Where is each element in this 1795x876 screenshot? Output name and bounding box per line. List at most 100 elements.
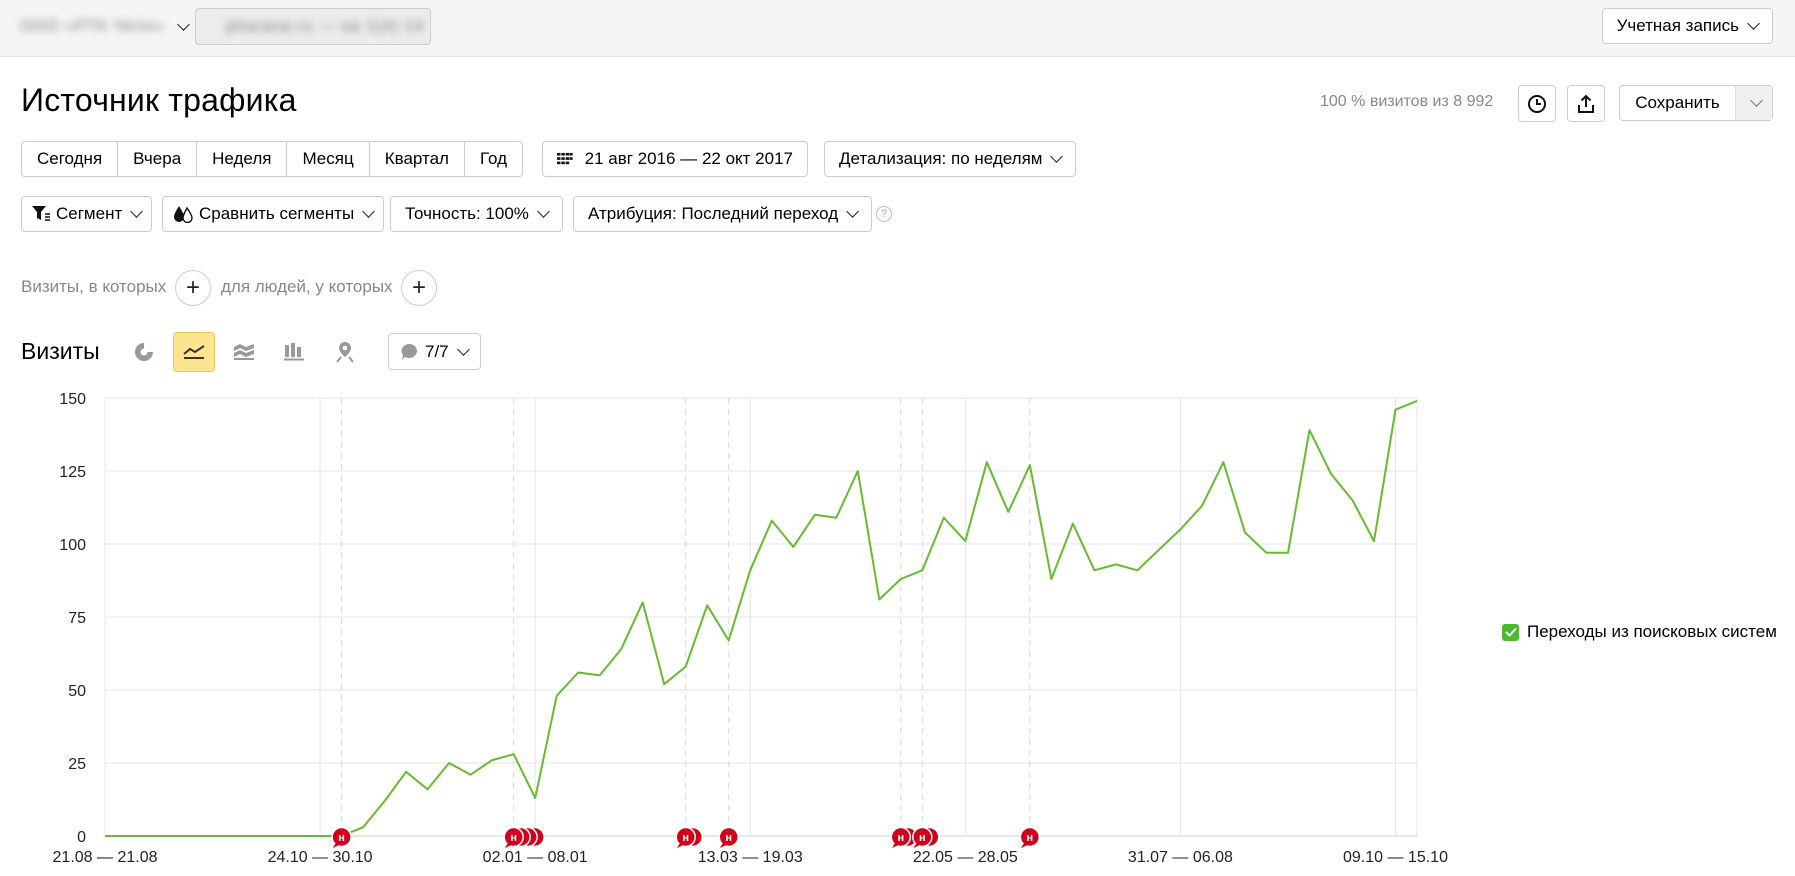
x-tick-label: 21.08 — 21.08 [53, 849, 158, 866]
period-month[interactable]: Месяц [287, 142, 370, 176]
visits-filter-label: Визиты, в которых [21, 277, 167, 296]
note-marker: н [331, 826, 352, 848]
note-marker-label: н [897, 832, 904, 844]
chart-type-line[interactable] [173, 332, 215, 372]
x-tick-label: 31.07 — 06.08 [1128, 849, 1233, 866]
y-tick-label: 50 [68, 683, 86, 700]
legend-label: Переходы из поисковых систем [1527, 622, 1777, 641]
notes-count: 7/7 [425, 341, 449, 361]
chevron-down-icon [846, 205, 860, 218]
speech-bubble-icon [401, 343, 418, 360]
clock-icon [1528, 94, 1546, 113]
x-tick-label: 24.10 — 30.10 [268, 849, 373, 866]
drops-icon [174, 206, 193, 223]
calendar-icon [557, 152, 573, 165]
y-tick-label: 100 [59, 537, 86, 554]
export-button[interactable] [1567, 85, 1605, 122]
line-chart-icon [183, 345, 205, 359]
account-button[interactable]: Учетная запись [1601, 8, 1773, 44]
add-visit-condition-button[interactable]: + [175, 270, 211, 306]
legend-item-search[interactable]: Переходы из поисковых систем [1502, 622, 1777, 642]
note-marker-label: н [338, 832, 345, 844]
note-marker: н [1019, 826, 1041, 848]
checkmark-icon [1504, 627, 1517, 637]
plus-icon: + [185, 274, 200, 301]
note-marker: н [912, 826, 940, 848]
x-tick-label: 09.10 — 15.10 [1343, 849, 1448, 866]
account-label: Учетная запись [1616, 16, 1739, 35]
note-marker-label: н [1027, 832, 1034, 844]
note-marker: н [503, 826, 545, 848]
save-label: Сохранить [1620, 86, 1736, 120]
segment-dropdown[interactable]: Сегмент [21, 196, 153, 232]
accuracy-dropdown[interactable]: Точность: 100% [390, 196, 563, 232]
chart-type-map[interactable] [324, 332, 366, 372]
chevron-down-icon [130, 205, 144, 218]
note-marker-label: н [682, 832, 689, 844]
y-tick-label: 150 [59, 391, 86, 408]
date-range-label: 21 авг 2016 — 22 окт 2017 [584, 149, 793, 168]
add-people-condition-button[interactable]: + [401, 270, 437, 306]
attribution-label: Атрибуция: Последний переход [588, 204, 839, 223]
notes-dropdown[interactable]: 7/7 [388, 333, 481, 370]
upload-icon [1578, 94, 1594, 113]
series-line [105, 399, 1418, 837]
save-button[interactable]: Сохранить [1619, 85, 1773, 121]
help-icon[interactable]: ? [876, 206, 892, 222]
x-tick-label: 13.03 — 19.03 [698, 849, 803, 866]
plus-icon: + [411, 274, 426, 301]
y-tick-label: 125 [59, 464, 86, 481]
save-dropdown[interactable] [1736, 86, 1772, 120]
chart-type-pie[interactable] [123, 332, 165, 372]
period-year[interactable]: Год [465, 142, 522, 176]
chevron-down-icon [1050, 150, 1064, 163]
filter-icon [32, 206, 50, 221]
note-marker-label: н [725, 832, 732, 844]
compare-label: Сравнить сегменты [199, 204, 355, 223]
chart-type-bar[interactable] [273, 332, 315, 372]
x-tick-label: 02.01 — 08.01 [483, 849, 588, 866]
attribution-dropdown[interactable]: Атрибуция: Последний переход [573, 196, 873, 232]
counter-url-field[interactable]: pharana.ru — на 1(4) 14 [195, 8, 431, 45]
chevron-down-icon [362, 205, 376, 218]
pie-chart-icon [135, 343, 153, 361]
y-tick-label: 25 [68, 756, 86, 773]
note-marker: н [675, 826, 703, 848]
bar-chart-icon [284, 343, 304, 361]
period-week[interactable]: Неделя [197, 142, 288, 176]
period-today[interactable]: Сегодня [22, 142, 119, 176]
note-marker-label: н [510, 832, 517, 844]
legend-checkbox[interactable] [1502, 623, 1519, 641]
chevron-down-icon [456, 342, 470, 356]
note-marker-label: н [919, 832, 926, 844]
period-quarter[interactable]: Квартал [370, 142, 465, 176]
compare-segments-dropdown[interactable]: Сравнить сегменты [162, 196, 385, 232]
chart-type-area[interactable] [223, 332, 265, 372]
page-title: Источник трафика [21, 82, 297, 118]
area-chart-icon [234, 344, 254, 360]
period-selector: Сегодня Вчера Неделя Месяц Квартал Год [21, 141, 524, 177]
chevron-down-icon [176, 18, 190, 31]
counter-select[interactable]: ООО «РТК Чёлн» [20, 12, 190, 42]
date-range-button[interactable]: 21 авг 2016 — 22 окт 2017 [542, 141, 808, 177]
visits-info: 100 % визитов из 8 992 [1320, 93, 1494, 110]
note-marker: н [718, 826, 739, 848]
visits-title: Визиты [21, 338, 100, 364]
chevron-down-icon [1747, 17, 1760, 30]
detail-dropdown[interactable]: Детализация: по неделям [824, 141, 1077, 177]
counter-url: pharana.ru — на 1(4) 14 [226, 17, 425, 35]
period-yesterday[interactable]: Вчера [118, 142, 198, 176]
history-button[interactable] [1518, 85, 1556, 122]
counter-name: ООО «РТК Чёлн» [20, 18, 165, 35]
map-icon [336, 342, 354, 363]
y-tick-label: 0 [77, 829, 86, 846]
x-tick-label: 22.05 — 28.05 [913, 849, 1018, 866]
y-tick-label: 75 [68, 610, 86, 627]
chevron-down-icon [537, 205, 550, 218]
accuracy-label: Точность: 100% [405, 204, 529, 223]
chevron-down-icon [1749, 94, 1763, 107]
segment-label: Сегмент [56, 204, 123, 223]
detail-label: Детализация: по неделям [839, 149, 1043, 168]
top-bar: ООО «РТК Чёлн» pharana.ru — на 1(4) 14 У… [0, 0, 1795, 57]
people-filter-label: для людей, у которых [221, 277, 393, 296]
